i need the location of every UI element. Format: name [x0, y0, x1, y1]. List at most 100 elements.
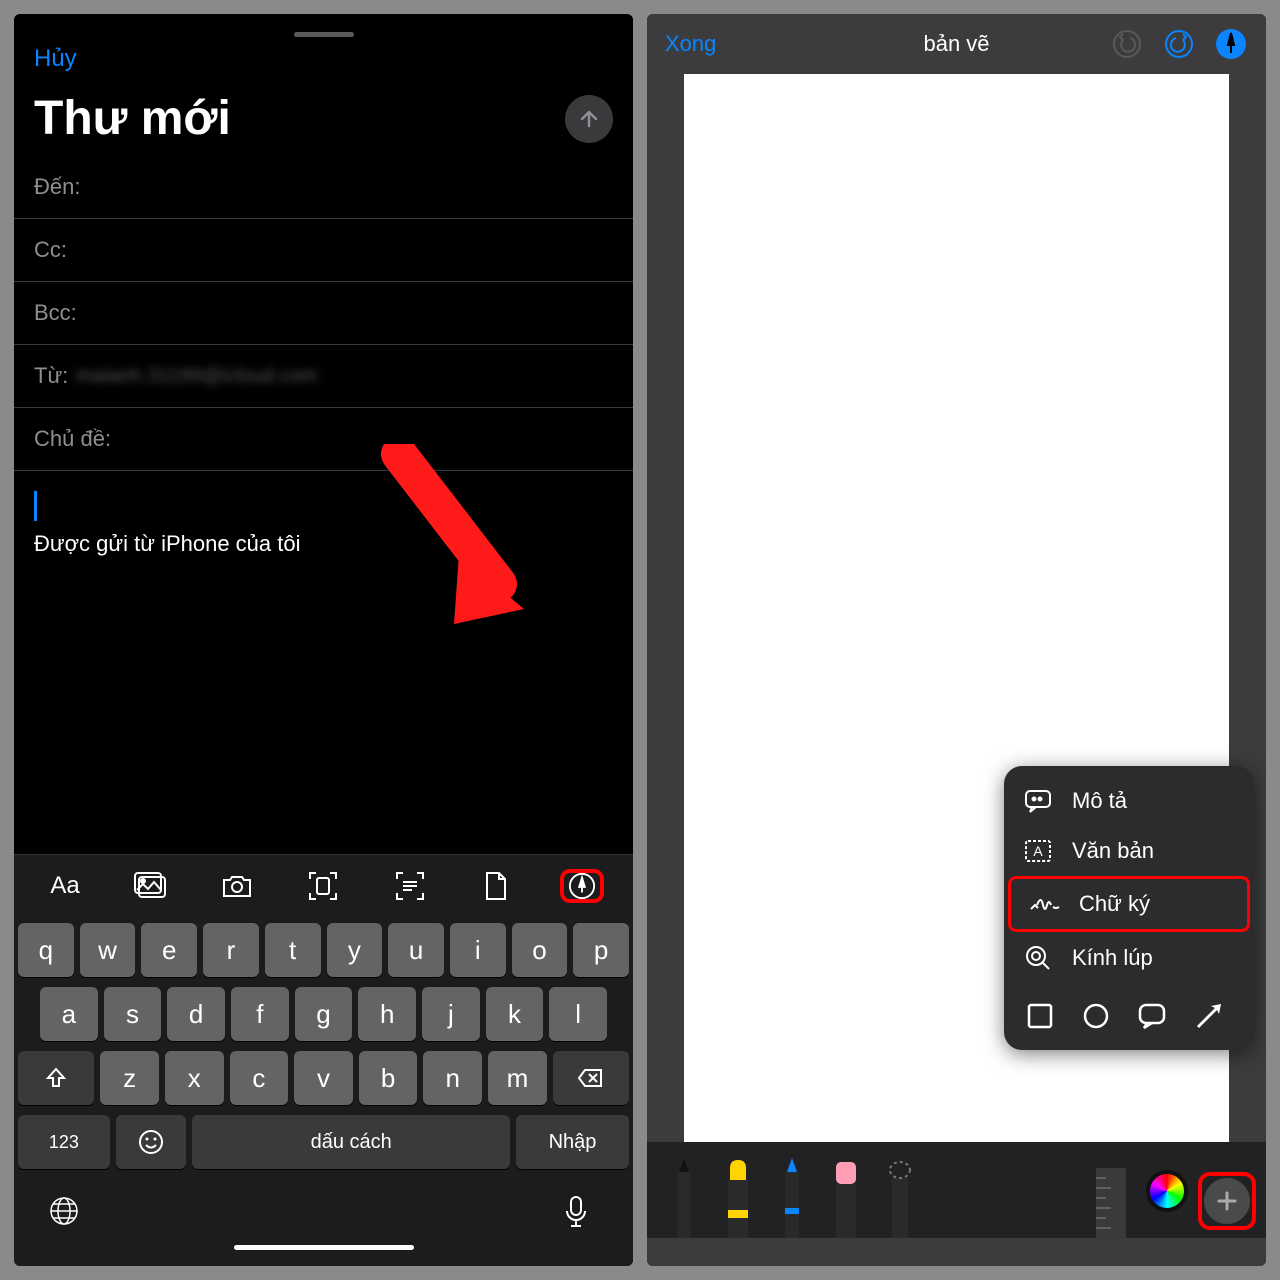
- tool-ruler[interactable]: [1086, 1158, 1136, 1238]
- key-b[interactable]: b: [359, 1051, 418, 1105]
- backspace-icon: [578, 1068, 604, 1088]
- shape-arrow[interactable]: [1190, 998, 1226, 1034]
- key-l[interactable]: l: [549, 987, 607, 1041]
- scan-text-button[interactable]: [388, 869, 432, 903]
- key-a[interactable]: a: [40, 987, 98, 1041]
- home-indicator[interactable]: [234, 1245, 414, 1250]
- globe-button[interactable]: [48, 1195, 84, 1231]
- color-picker[interactable]: [1146, 1170, 1188, 1212]
- cancel-button[interactable]: Hủy: [34, 45, 77, 72]
- globe-icon: [48, 1195, 80, 1227]
- compose-title: Thư mới: [34, 91, 231, 146]
- add-popup: Mô tả A Văn bản Chữ ký Kính lúp: [1004, 766, 1254, 1050]
- popup-magnifier[interactable]: Kính lúp: [1004, 932, 1254, 984]
- key-z[interactable]: z: [100, 1051, 159, 1105]
- key-s[interactable]: s: [104, 987, 162, 1041]
- tool-pen[interactable]: [663, 1158, 705, 1238]
- pen-tool-icon: [669, 1158, 699, 1238]
- markup-toggle-button[interactable]: [1214, 27, 1248, 61]
- key-x[interactable]: x: [165, 1051, 224, 1105]
- markup-title: bản vẽ: [923, 31, 989, 57]
- key-numbers[interactable]: 123: [18, 1115, 110, 1169]
- scan-doc-button[interactable]: [301, 869, 345, 903]
- key-g[interactable]: g: [295, 987, 353, 1041]
- dictation-button[interactable]: [563, 1195, 599, 1231]
- tool-lasso[interactable]: [879, 1158, 921, 1238]
- magnifier-icon: [1022, 944, 1054, 972]
- key-shift[interactable]: [18, 1051, 94, 1105]
- shape-circle[interactable]: [1078, 998, 1114, 1034]
- from-value: maianh.31199@icloud.com: [76, 365, 317, 388]
- to-field[interactable]: Đến:: [14, 156, 633, 219]
- phone-left: Hủy Thư mới Đến: Cc: Bcc: Từ: maianh.311…: [14, 14, 633, 1266]
- key-h[interactable]: h: [358, 987, 416, 1041]
- format-toolbar: Aa: [14, 854, 633, 917]
- key-k[interactable]: k: [486, 987, 544, 1041]
- text-format-button[interactable]: Aa: [43, 869, 87, 903]
- photos-icon: [134, 872, 168, 900]
- send-button[interactable]: [565, 95, 613, 143]
- pencil-tool-icon: [779, 1158, 805, 1238]
- key-backspace[interactable]: [553, 1051, 629, 1105]
- popup-describe[interactable]: Mô tả: [1004, 776, 1254, 826]
- text-cursor: [34, 491, 37, 521]
- popup-signature[interactable]: Chữ ký: [1008, 876, 1250, 932]
- markup-header: Xong bản vẽ: [647, 14, 1266, 74]
- email-signature: Được gửi từ iPhone của tôi: [34, 531, 613, 557]
- key-r[interactable]: r: [203, 923, 259, 977]
- from-field[interactable]: Từ: maianh.31199@icloud.com: [14, 345, 633, 408]
- markup-button[interactable]: [560, 869, 604, 903]
- key-y[interactable]: y: [327, 923, 383, 977]
- redo-button[interactable]: [1162, 27, 1196, 61]
- key-i[interactable]: i: [450, 923, 506, 977]
- shape-speech[interactable]: [1134, 998, 1170, 1034]
- tool-eraser[interactable]: [825, 1158, 867, 1238]
- key-j[interactable]: j: [422, 987, 480, 1041]
- key-w[interactable]: w: [80, 923, 136, 977]
- tool-highlighter[interactable]: [717, 1158, 759, 1238]
- keyboard: q w e r t y u i o p a s d f g h j k l z: [14, 917, 633, 1266]
- key-u[interactable]: u: [388, 923, 444, 977]
- key-m[interactable]: m: [488, 1051, 547, 1105]
- done-button[interactable]: Xong: [665, 31, 716, 57]
- markup-pen-icon: [568, 871, 596, 901]
- key-f[interactable]: f: [231, 987, 289, 1041]
- tool-pencil[interactable]: [771, 1158, 813, 1238]
- key-o[interactable]: o: [512, 923, 568, 977]
- key-e[interactable]: e: [141, 923, 197, 977]
- camera-button[interactable]: [215, 869, 259, 903]
- circle-icon: [1082, 1002, 1110, 1030]
- signature-icon: [1029, 893, 1061, 915]
- document-icon: [484, 871, 508, 901]
- shape-square[interactable]: [1022, 998, 1058, 1034]
- key-enter[interactable]: Nhập: [516, 1115, 629, 1169]
- send-arrow-icon: [577, 107, 601, 131]
- bcc-field[interactable]: Bcc:: [14, 282, 633, 345]
- cc-field[interactable]: Cc:: [14, 219, 633, 282]
- speech-bubble-icon: [1022, 789, 1054, 813]
- photos-button[interactable]: [129, 869, 173, 903]
- scan-doc-icon: [308, 871, 338, 901]
- square-icon: [1026, 1002, 1054, 1030]
- mic-icon: [563, 1195, 589, 1229]
- key-emoji[interactable]: [116, 1115, 187, 1169]
- lasso-tool-icon: [886, 1160, 914, 1238]
- undo-button[interactable]: [1110, 27, 1144, 61]
- attach-file-button[interactable]: [474, 869, 518, 903]
- key-q[interactable]: q: [18, 923, 74, 977]
- key-c[interactable]: c: [230, 1051, 289, 1105]
- canvas-area[interactable]: Mô tả A Văn bản Chữ ký Kính lúp: [647, 74, 1266, 1142]
- popup-text[interactable]: A Văn bản: [1004, 826, 1254, 876]
- scan-text-icon: [395, 871, 425, 901]
- key-t[interactable]: t: [265, 923, 321, 977]
- key-v[interactable]: v: [294, 1051, 353, 1105]
- bottom-bar: [647, 1238, 1266, 1266]
- subject-field[interactable]: Chủ đề:: [14, 408, 633, 471]
- key-n[interactable]: n: [423, 1051, 482, 1105]
- key-d[interactable]: d: [167, 987, 225, 1041]
- key-space[interactable]: dấu cách: [192, 1115, 510, 1169]
- ruler-icon: [1086, 1158, 1136, 1238]
- emoji-icon: [138, 1129, 164, 1155]
- message-body[interactable]: Được gửi từ iPhone của tôi: [14, 471, 633, 854]
- key-p[interactable]: p: [573, 923, 629, 977]
